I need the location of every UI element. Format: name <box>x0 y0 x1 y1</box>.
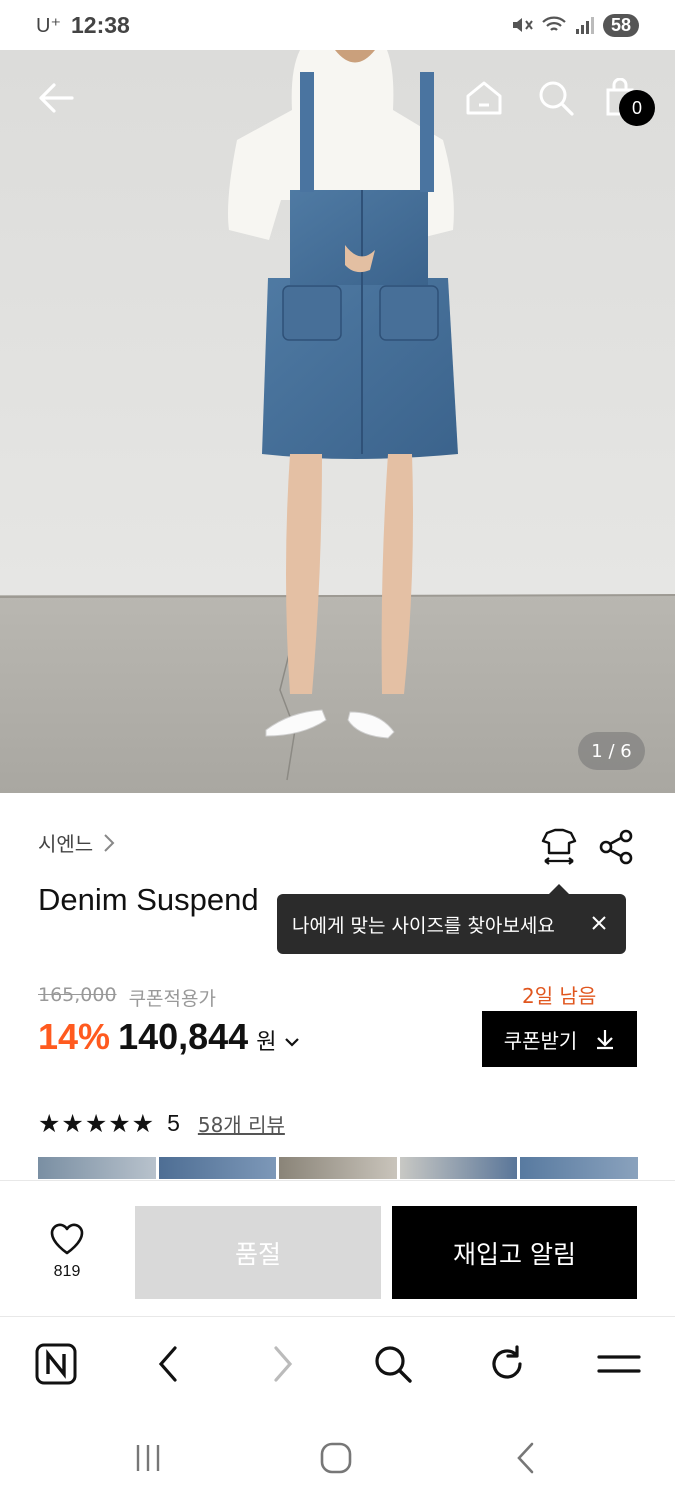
menu-icon[interactable] <box>596 1341 642 1387</box>
tooltip-text: 나에게 맞는 사이즈를 찾아보세요 <box>292 914 555 937</box>
rating-row: ★★★★★ 5 58개 리뷰 <box>38 1109 285 1138</box>
review-thumbnails[interactable] <box>38 1157 638 1179</box>
like-count: 819 <box>53 1263 81 1280</box>
heart-icon <box>50 1223 84 1255</box>
browser-forward-icon[interactable] <box>260 1341 306 1387</box>
soldout-button: 품절 <box>135 1206 381 1299</box>
cart-count-badge: 0 <box>619 90 655 126</box>
discount-rate: 14% <box>38 1016 111 1057</box>
product-title: Denim Suspend <box>38 882 259 917</box>
brand-link[interactable]: 시엔느 <box>38 828 115 857</box>
close-icon[interactable] <box>586 910 612 936</box>
restock-alert-button[interactable]: 재입고 알림 <box>392 1206 637 1299</box>
system-back-icon[interactable] <box>506 1438 546 1478</box>
review-thumbnail[interactable] <box>399 1157 518 1179</box>
rating-score: 5 <box>167 1110 180 1136</box>
share-icon[interactable] <box>596 826 636 868</box>
back-arrow-icon[interactable] <box>34 76 78 120</box>
size-guide-icon[interactable] <box>538 826 580 868</box>
browser-search-icon[interactable] <box>370 1341 416 1387</box>
status-icons: 58 <box>511 13 639 37</box>
status-bar: U⁺ 12:38 58 <box>0 0 675 50</box>
coupon-download-button[interactable]: 쿠폰받기 <box>482 1011 637 1067</box>
original-price: 165,000 <box>38 984 117 1006</box>
brand-name: 시엔느 <box>38 832 94 856</box>
system-navigation-bar <box>0 1412 675 1500</box>
home-circle-icon[interactable] <box>316 1438 356 1478</box>
size-tooltip: 나에게 맞는 사이즈를 찾아보세요 <box>277 884 626 954</box>
original-price-row: 165,000 쿠폰적용가 <box>38 984 216 1011</box>
mute-icon <box>512 18 533 32</box>
star-rating-icon: ★★★★★ <box>38 1109 156 1138</box>
carrier-label: U⁺ <box>36 14 61 37</box>
coupon-price-label: 쿠폰적용가 <box>128 988 216 1010</box>
browser-toolbar <box>0 1317 675 1412</box>
wifi-icon <box>542 16 566 31</box>
battery-indicator: 58 <box>602 13 639 37</box>
chevron-down-icon[interactable] <box>284 1035 300 1049</box>
review-thumbnail[interactable] <box>520 1157 638 1179</box>
product-photo <box>0 50 675 793</box>
sale-price: 140,844 <box>118 1016 249 1057</box>
browser-back-icon[interactable] <box>145 1341 191 1387</box>
coupon-days-left: 2일 남음 <box>522 984 597 1008</box>
review-thumbnail[interactable] <box>158 1157 277 1179</box>
price-row[interactable]: 14% 140,844 원 <box>38 1016 300 1058</box>
download-icon <box>597 1030 614 1050</box>
product-image-carousel[interactable]: 0 1 / 6 <box>0 50 675 793</box>
chevron-right-icon <box>104 833 115 852</box>
review-thumbnail[interactable] <box>38 1157 156 1179</box>
review-thumbnail[interactable] <box>279 1157 397 1179</box>
currency-label: 원 <box>256 1030 277 1055</box>
recent-apps-icon[interactable] <box>128 1438 168 1478</box>
like-button[interactable]: 819 <box>36 1223 98 1281</box>
reload-icon[interactable] <box>484 1341 530 1387</box>
clock: 12:38 <box>71 11 130 38</box>
coupon-button-label: 쿠폰받기 <box>503 1028 578 1053</box>
purchase-action-bar: 819 품절 재입고 알림 <box>0 1180 675 1317</box>
review-count-link[interactable]: 58개 리뷰 <box>198 1109 285 1138</box>
signal-icon <box>575 17 594 34</box>
naver-n-icon[interactable] <box>33 1341 79 1387</box>
home-icon[interactable] <box>462 76 506 120</box>
search-icon[interactable] <box>534 76 578 120</box>
image-counter: 1 / 6 <box>578 732 645 770</box>
